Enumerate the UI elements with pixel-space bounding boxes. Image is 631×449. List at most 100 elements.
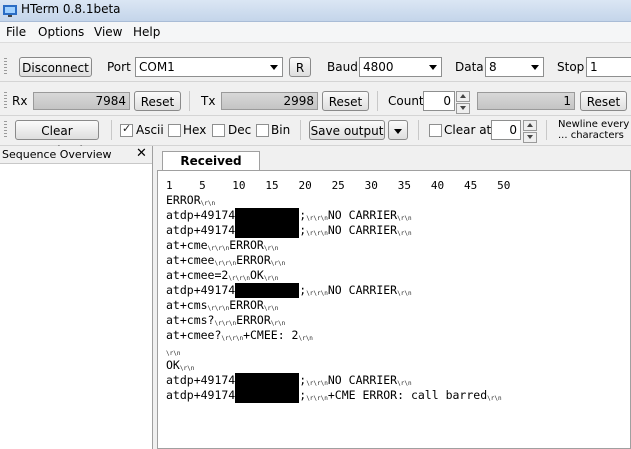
refresh-ports-button[interactable]: R [289,57,311,77]
spin-down-icon[interactable] [523,132,537,143]
control-chars: \r\n [487,395,502,402]
connection-toolbar: Disconnect Port COM1 R Baud 4800 Data 8 … [0,53,631,82]
newline-characters-label: ... characters [558,130,624,141]
clear-at-spinner[interactable] [523,120,537,143]
received-line: atdp+49174 ;\r\r\nNO CARRIER\r\n [166,208,502,223]
dec-label: Dec [228,123,252,137]
redacted-number [235,208,300,223]
separator [418,120,419,140]
received-text: at+cme [166,238,208,252]
clear-at-input[interactable]: 0 [491,120,521,140]
menu-file[interactable]: File [6,25,26,39]
separator [546,120,547,140]
received-text: ERROR [166,193,201,207]
stop-bits-label: Stop [557,60,585,74]
redacted-number [235,373,300,388]
received-text: NO CARRIER [327,208,398,222]
ascii-checkbox[interactable] [120,122,133,137]
spin-up-icon[interactable] [456,91,470,102]
received-line: at+cms?\r\r\nERROR\r\n [166,313,502,328]
toolbar-grip[interactable] [4,92,7,110]
save-output-button[interactable]: Save output [309,120,385,140]
menu-view[interactable]: View [94,25,122,39]
baud-value: 4800 [363,60,394,74]
port-label: Port [107,60,131,74]
sequence-overview-header: Sequence Overview ✕ [0,146,152,164]
chevron-down-icon [531,65,539,70]
control-chars: \r\r\n [214,260,237,267]
control-chars: \r\n [263,275,279,282]
title-bar: HTerm 0.8.1beta [0,0,631,22]
separator [111,120,112,140]
received-line: atdp+49174 ;\r\r\nNO CARRIER\r\n [166,283,502,298]
count-spinner[interactable] [456,91,470,114]
port-select[interactable]: COM1 [135,57,283,77]
rx-count-field: 7984 [33,92,130,110]
dec-checkbox[interactable] [212,124,225,137]
menu-help[interactable]: Help [133,25,160,39]
received-data-lines: ERROR\r\n atdp+49174 ;\r\r\nNO CARRIER\r\n… [166,193,502,403]
control-chars: \r\r\n [214,320,237,327]
toolbar-grip[interactable] [4,121,7,139]
received-text: NO CARRIER [327,223,398,237]
chevron-down-icon [394,129,402,134]
bin-checkbox[interactable] [256,124,269,137]
received-text: ERROR [236,313,271,327]
redacted-number [235,223,300,238]
control-chars: \r\r\n [306,395,328,402]
baud-select[interactable]: 4800 [359,57,442,77]
hterm-app-icon [3,5,17,17]
received-line: at+cms\r\r\nERROR\r\n [166,298,502,313]
display-options-toolbar: Clear received Ascii Hex Dec Bin Save ou… [0,116,631,158]
clear-at-checkbox[interactable] [429,124,442,137]
redacted-number [235,388,300,403]
count-reset-button[interactable]: Reset [580,91,627,111]
received-line: atdp+49174 ;\r\r\nNO CARRIER\r\n [166,223,502,238]
close-icon[interactable]: ✕ [136,145,147,162]
redacted-number [235,283,300,298]
received-line: ERROR\r\n [166,193,502,208]
control-chars: \r\n [263,245,279,252]
control-chars: \r\r\n [306,380,328,387]
count-value-field: 1 [477,92,575,110]
toolbar-grip[interactable] [4,58,7,76]
tx-count-field: 2998 [221,92,318,110]
ascii-label: Ascii [136,123,164,137]
newline-every-label: Newline every [558,119,630,130]
received-text: atdp+49174 [166,388,236,402]
bin-label: Bin [271,123,291,137]
tx-reset-button[interactable]: Reset [322,91,369,111]
disconnect-button[interactable]: Disconnect [19,57,92,77]
stop-bits-select[interactable]: 1 [586,57,631,77]
count-input[interactable]: 0 [423,91,455,111]
control-chars: \r\r\n [228,275,250,282]
control-chars: \r\r\n [306,230,328,237]
spin-up-icon[interactable] [523,120,537,131]
rx-reset-button[interactable]: Reset [134,91,181,111]
received-text: at+cmee [166,253,215,267]
received-line: atdp+49174 ;\r\r\nNO CARRIER\r\n [166,373,502,388]
received-line: at+cmee?\r\r\n+CMEE: 2\r\n [166,328,502,343]
data-bits-select[interactable]: 8 [485,57,544,77]
received-text: OK [166,358,180,372]
control-chars: \r\n [397,380,412,387]
control-chars: \r\n [200,200,216,207]
menu-options[interactable]: Options [38,25,84,39]
save-output-dropdown-button[interactable] [388,120,408,140]
control-chars: \r\n [270,320,286,327]
received-text: at+cmee? [166,328,222,342]
separator [300,120,301,140]
hex-checkbox[interactable] [168,124,181,137]
control-chars: \r\r\n [306,215,328,222]
control-chars: \r\n [397,290,412,297]
control-chars: \r\r\n [207,245,230,252]
sequence-overview-title: Sequence Overview [2,148,112,161]
received-line: \r\n [166,343,502,358]
spin-down-icon[interactable] [456,103,470,114]
clear-at-label: Clear at [444,123,492,137]
received-text: atdp+49174 [166,283,236,297]
sequence-overview-panel: Sequence Overview ✕ [0,146,153,449]
tab-received-data[interactable]: Received Data [162,151,260,186]
clear-received-button[interactable]: Clear received [15,120,99,158]
control-chars: \r\n [397,230,412,237]
